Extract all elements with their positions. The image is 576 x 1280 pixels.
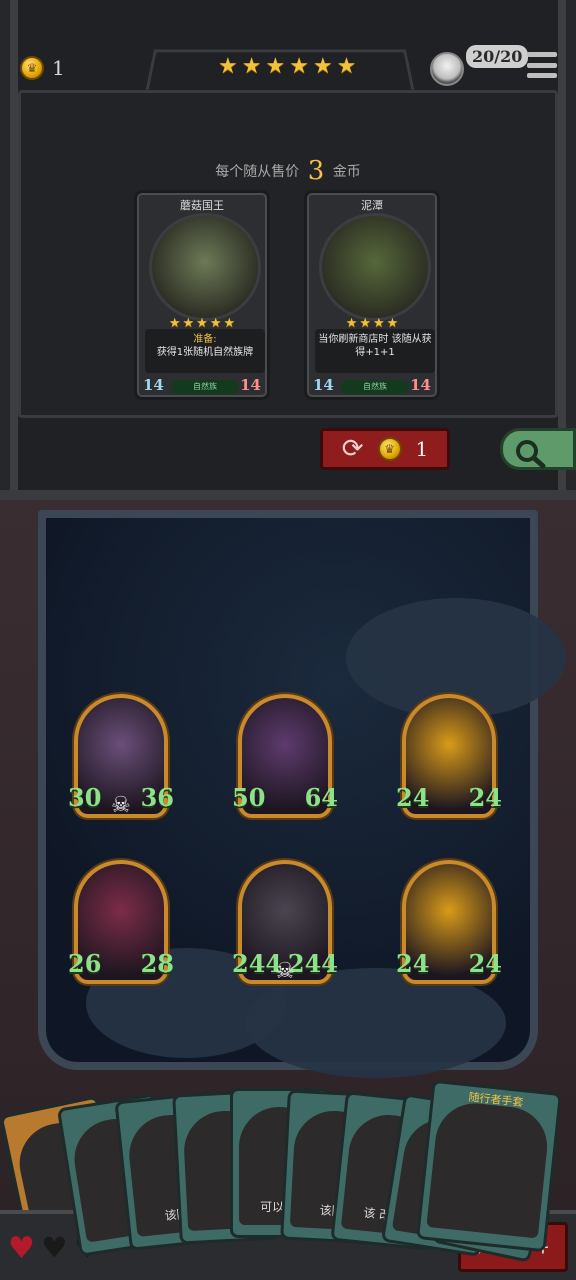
refresh-icon: ⟳	[341, 434, 364, 464]
star-icon: ★	[336, 54, 357, 79]
minion-attack: 26	[68, 949, 102, 978]
card-attack: 14	[313, 376, 334, 394]
minion-attack: 24	[396, 783, 430, 812]
minion-art	[319, 213, 431, 321]
card-name: 泥潭	[361, 199, 383, 212]
menu-line	[527, 73, 557, 78]
minion-health: 64	[304, 783, 338, 812]
price-prefix: 每个随从售价	[215, 164, 300, 180]
star-icon: ★	[312, 54, 333, 79]
minion-attack: 30	[68, 783, 102, 812]
card-health: 14	[240, 376, 261, 394]
minion-health: 28	[140, 949, 174, 978]
gold-display: 1	[20, 56, 65, 80]
star-icon: ★	[218, 54, 238, 79]
minion-art	[149, 213, 261, 321]
card-tribe: 自然族	[341, 380, 409, 394]
card-tribe: 自然族	[171, 380, 239, 394]
board-minion[interactable]: 244 244 ☠	[232, 860, 338, 984]
minion-attack: 50	[232, 783, 266, 812]
card-attack: 14	[143, 376, 164, 394]
card-description: 准备: 获得1张随机自然族牌	[145, 329, 265, 373]
shop-minion-card[interactable]: 蘑菇国王 ★ ★ ★ ★ ★ 准备: 获得1张随机自然族牌 14 自然族 14	[134, 190, 270, 400]
refresh-shop-button[interactable]: ⟳ 1	[320, 428, 450, 470]
hand-card-art	[426, 1099, 552, 1239]
shop-minion-card[interactable]: 泥潭 ★ ★ ★ ★ 当你刷新商店时 该随从获得+1+1 14 自然族 14	[304, 190, 440, 400]
board-minion[interactable]: 50 64	[232, 694, 338, 818]
gold-coin-icon	[20, 56, 44, 80]
hero-health: 20/20	[466, 45, 529, 68]
hand-card[interactable]: 随行者手套	[415, 1079, 563, 1253]
board-minion[interactable]: 24 24	[396, 860, 502, 984]
board-minion[interactable]: 26 28	[68, 860, 174, 984]
deathrattle-skull-icon: ☠	[111, 793, 131, 818]
card-keyword: 准备:	[193, 334, 217, 345]
card-text: 获得1张随机自然族牌	[156, 347, 254, 358]
refresh-cost: 1	[415, 437, 429, 461]
search-icon	[516, 440, 546, 469]
board-minion[interactable]: 24 24	[396, 694, 502, 818]
shop-area	[18, 90, 558, 418]
minion-attack: 24	[396, 949, 430, 978]
star-icon: ★	[289, 54, 309, 79]
menu-line	[527, 62, 557, 68]
minion-health: 36	[140, 783, 174, 812]
search-button[interactable]	[500, 428, 576, 470]
menu-button[interactable]	[527, 52, 557, 78]
price-value: 3	[307, 156, 325, 186]
price-suffix: 金币	[332, 164, 361, 180]
card-text: 当你刷新商店时 该随从获得+1+1	[318, 334, 432, 358]
board-minion[interactable]: 30 36 ☠	[68, 694, 174, 818]
star-icon: ★	[265, 54, 286, 79]
gold-coin-icon	[377, 437, 402, 461]
minion-health: 24	[468, 783, 502, 812]
deathrattle-skull-icon: ☠	[275, 959, 295, 984]
menu-line	[527, 52, 557, 57]
hero-portrait[interactable]	[430, 52, 464, 86]
card-name: 蘑菇国王	[180, 199, 224, 212]
shop-panel: 1 ★★★★★★ 20/20 每个随从售价 3 金币 蘑菇国王★★★★★准备:获…	[0, 0, 576, 500]
minion-health: 24	[468, 949, 502, 978]
heart-icon: ♥	[40, 1231, 68, 1266]
price-note: 每个随从售价 3 金币	[0, 156, 576, 186]
card-description: 当你刷新商店时 该随从获得+1+1	[315, 329, 435, 373]
heart-icon: ♥	[8, 1231, 35, 1266]
tavern-tier-stars: ★ ★ ★ ★ ★ ★	[218, 56, 356, 78]
star-icon: ★	[241, 54, 262, 79]
minion-health: 244	[287, 949, 338, 978]
card-health: 14	[410, 376, 431, 394]
gold-value: 1	[52, 56, 65, 80]
